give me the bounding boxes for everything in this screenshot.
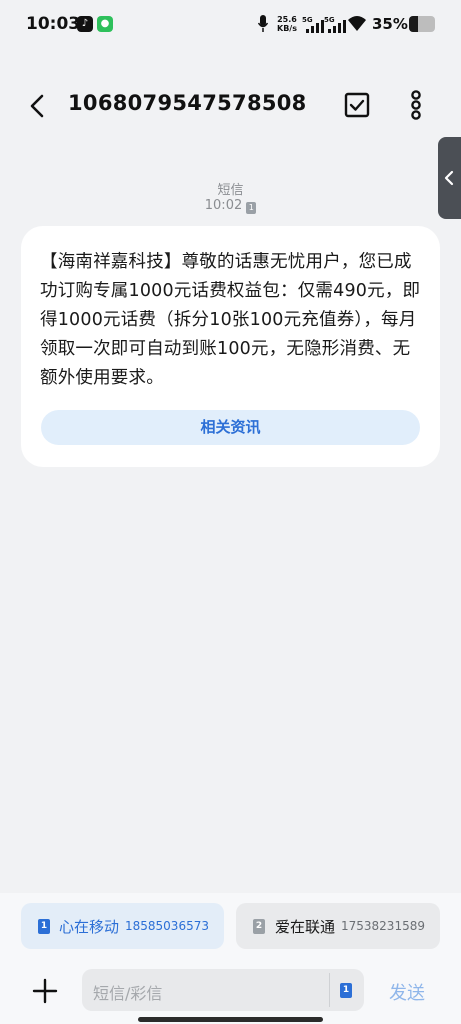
sim1-name: 心在移动 [59, 918, 120, 936]
message-timestamp-row: 10:02 1 [0, 198, 461, 214]
signal-sim1-icon: 5G [302, 16, 324, 33]
network-speed-unit: KB/s [277, 24, 297, 33]
send-button[interactable]: 发送 [389, 979, 425, 1005]
tiktok-icon: ♪ [77, 16, 93, 32]
microphone-icon [258, 15, 268, 32]
message-input-placeholder: 短信/彩信 [93, 984, 163, 1003]
sim-select-icon[interactable]: 1 [340, 983, 352, 998]
battery-fill [409, 16, 419, 32]
conversation-title: 1068079547578508 [68, 91, 307, 115]
wifi-icon [348, 16, 366, 31]
battery-icon [409, 16, 435, 32]
input-divider [329, 973, 330, 1007]
related-info-button[interactable]: 相关资讯 [41, 410, 420, 445]
sim1-icon: 1 [38, 919, 50, 934]
signal-sim2-icon: 5G [324, 16, 346, 33]
more-options-icon[interactable] [405, 90, 427, 120]
conversation-header: 1068079547578508 [0, 80, 461, 130]
add-attachment-icon[interactable] [31, 977, 59, 1005]
network-speed-value: 25.6 [277, 15, 297, 24]
message-input[interactable]: 短信/彩信 1 [82, 969, 364, 1011]
sim-card-2[interactable]: 2 爱在联通 17538231589 [236, 903, 440, 949]
sim1-number: 18585036573 [125, 919, 209, 933]
sim2-icon: 2 [253, 919, 265, 934]
status-bar: 10:03 ♪ ● 25.6 KB/s 5G 5G 35% [0, 0, 461, 50]
back-arrow-icon[interactable] [24, 92, 52, 120]
wechat-icon: ● [97, 16, 113, 32]
sim2-number: 17538231589 [341, 919, 425, 933]
select-checkbox-icon[interactable] [344, 92, 370, 118]
message-time: 10:02 [204, 198, 243, 213]
status-time: 10:03 [26, 14, 81, 34]
sim2-name: 爱在联通 [275, 918, 336, 936]
home-indicator[interactable] [138, 1017, 323, 1022]
message-bubble[interactable]: 【海南祥嘉科技】尊敬的话惠无忧用户，您已成功订购专属1000元话费权益包：仅需4… [21, 226, 440, 467]
message-body: 【海南祥嘉科技】尊敬的话惠无忧用户，您已成功订购专属1000元话费权益包：仅需4… [40, 252, 421, 388]
network-speed: 25.6 KB/s [277, 15, 297, 33]
sim-slot-icon: 1 [246, 202, 257, 214]
sim-card-1[interactable]: 1 心在移动 18585036573 [21, 903, 224, 949]
battery-percent: 35% [372, 15, 408, 33]
message-type-label: 短信 [217, 183, 244, 198]
